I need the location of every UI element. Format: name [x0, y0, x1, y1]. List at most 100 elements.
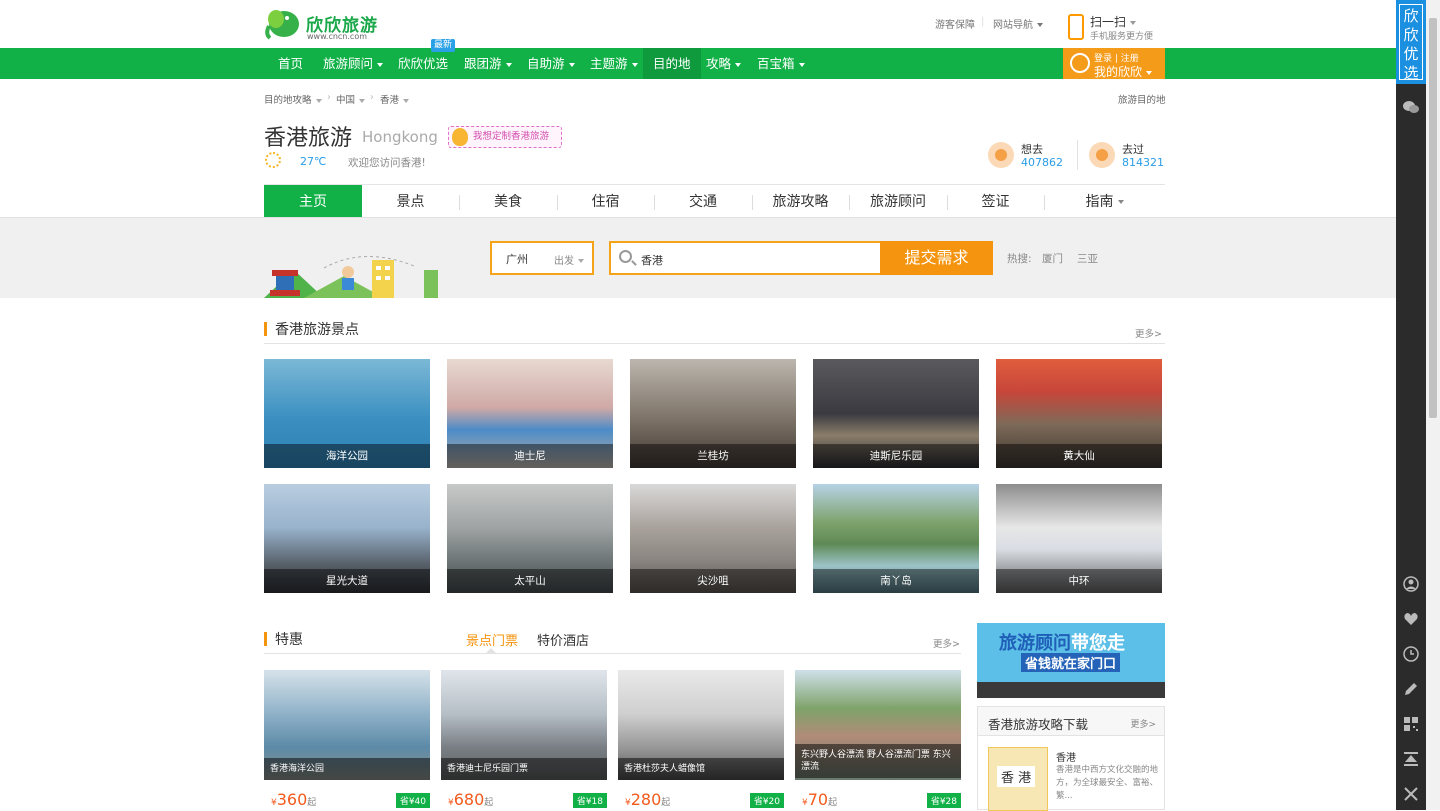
deal-card[interactable]: 东兴野人谷漂流 野人谷漂流门票 东兴漂流 ¥70起 省¥28: [795, 670, 961, 810]
save-badge: 省¥18: [572, 793, 607, 808]
main-nav: 首页 旅游顾问 欣欣优选 跟团游 自助游 主题游 目的地 攻略 百宝箱: [0, 48, 1396, 79]
search-icon: [619, 250, 632, 263]
spot-tile[interactable]: 黄大仙: [996, 359, 1162, 468]
scan-subtitle: 手机服务更方便: [1090, 32, 1154, 42]
user-icon: [1070, 53, 1090, 73]
nav-guides[interactable]: 攻略: [696, 48, 751, 79]
want-to-go[interactable]: 想去 407862: [988, 140, 1068, 180]
user-icon[interactable]: [1403, 576, 1419, 592]
been-count: 814321: [1122, 156, 1164, 169]
guide-box-header: 香港旅游攻略下载 更多>: [978, 707, 1164, 736]
submit-request-button[interactable]: 提交需求: [880, 241, 993, 275]
tab-food[interactable]: 美食: [459, 185, 557, 219]
page-title: 香港旅游: [264, 126, 353, 151]
deals-more-link[interactable]: 更多>: [933, 636, 960, 650]
nav-theme-tour[interactable]: 主题游: [580, 48, 648, 79]
nav-group-tour[interactable]: 跟团游: [454, 48, 522, 79]
nav-selection[interactable]: 欣欣优选: [388, 48, 458, 79]
login-menu[interactable]: 登录 | 注册 我的欣欣: [1063, 48, 1165, 79]
clock-icon[interactable]: [1403, 646, 1419, 662]
balloon-icon: [452, 128, 468, 146]
spot-tile[interactable]: 尖沙咀: [630, 484, 796, 593]
nav-toolbox[interactable]: 百宝箱: [747, 48, 815, 79]
tab-hotels[interactable]: 住宿: [557, 185, 654, 219]
floating-sidebar: 欣欣优选: [1396, 0, 1426, 810]
spot-tile[interactable]: 南丫岛: [813, 484, 979, 593]
tab-hotels-deals[interactable]: 特价酒店: [537, 630, 589, 649]
spot-tile[interactable]: 太平山: [447, 484, 613, 593]
guide-cover[interactable]: 香 港: [988, 747, 1048, 811]
deals-header: 特惠: [264, 626, 961, 654]
deal-card[interactable]: 香港海洋公园 ¥360起 省¥40: [264, 670, 430, 810]
back-to-top-icon[interactable]: [1403, 751, 1419, 767]
nav-advisor[interactable]: 旅游顾问: [313, 48, 393, 79]
new-badge: 最新: [431, 39, 456, 52]
nav-home[interactable]: 首页: [268, 48, 313, 79]
spot-tile[interactable]: 兰桂坊: [630, 359, 796, 468]
active-tab-pointer: [486, 648, 496, 653]
departure-city-select[interactable]: 广州 出发: [490, 241, 594, 275]
deal-card[interactable]: 香港迪士尼乐园门票 ¥680起 省¥18: [441, 670, 607, 810]
spot-tile[interactable]: 迪士尼: [447, 359, 613, 468]
attractions-more-link[interactable]: 更多>: [1135, 326, 1162, 340]
pencil-icon[interactable]: [1403, 681, 1419, 697]
scrollbar[interactable]: [1426, 0, 1440, 810]
tab-tickets[interactable]: 景点门票: [466, 630, 518, 649]
nav-destination[interactable]: 目的地: [643, 48, 701, 79]
nav-self-guided[interactable]: 自助游: [517, 48, 585, 79]
guide-box-title: 香港旅游攻略下载: [988, 717, 1089, 732]
separator: |: [981, 16, 985, 27]
attractions-header: 香港旅游景点: [264, 316, 1165, 344]
ad-headline: 旅游顾问带您走: [999, 633, 1125, 654]
been-there[interactable]: 去过 814321: [1089, 140, 1169, 180]
section-title: 香港旅游景点: [275, 322, 359, 338]
spot-tile[interactable]: 海洋公园: [264, 359, 430, 468]
heart-icon: [988, 142, 1014, 168]
wechat-icon[interactable]: [1403, 99, 1419, 115]
mobile-scan[interactable]: 扫一扫 手机服务更方便: [1068, 12, 1168, 42]
divider: [1077, 140, 1078, 170]
link-guarantee[interactable]: 游客保障: [935, 16, 975, 31]
brand-url: www.cncn.com: [307, 32, 368, 41]
advisor-ad-banner[interactable]: 旅游顾问带您走 省钱就在家门口: [977, 623, 1165, 698]
site-logo[interactable]: 欣欣旅游 www.cncn.com: [264, 6, 404, 42]
qrcode-icon[interactable]: [1403, 716, 1419, 732]
spot-tile[interactable]: 星光大道: [264, 484, 430, 593]
page-title-en: Hongkong: [362, 128, 438, 146]
close-icon[interactable]: [1403, 786, 1419, 802]
travel-illustration: [264, 256, 438, 298]
want-count: 407862: [1021, 156, 1063, 169]
ad-subline: 省钱就在家门口: [1021, 653, 1121, 672]
custom-trip-link[interactable]: 我想定制香港旅游: [448, 126, 562, 148]
spot-tile[interactable]: 中环: [996, 484, 1162, 593]
tab-home[interactable]: 主页: [264, 185, 362, 219]
link-site-nav[interactable]: 网站导航: [993, 16, 1043, 31]
save-badge: 省¥20: [749, 793, 784, 808]
deal-card[interactable]: 香港杜莎夫人蜡像馆 ¥280起 省¥20: [618, 670, 784, 810]
save-badge: 省¥40: [395, 793, 430, 808]
breadcrumb-hongkong[interactable]: 香港: [380, 92, 410, 106]
all-destinations-link[interactable]: 旅游目的地: [1118, 92, 1166, 106]
hot-search-sanya[interactable]: 三亚: [1077, 251, 1098, 266]
breadcrumb-guides[interactable]: 目的地攻略: [264, 92, 322, 106]
guide-more-link[interactable]: 更多>: [1130, 717, 1156, 730]
tab-transport[interactable]: 交通: [654, 185, 752, 219]
tab-guide[interactable]: 指南: [1044, 185, 1165, 219]
guide-name[interactable]: 香港: [1056, 749, 1076, 764]
tab-attractions[interactable]: 景点: [362, 185, 459, 219]
tab-travel-guides[interactable]: 旅游攻略: [752, 185, 849, 219]
section-marker: [264, 322, 267, 336]
flag-icon: [1089, 142, 1115, 168]
selection-shortcut[interactable]: 欣欣优选: [1396, 0, 1426, 84]
scrollbar-thumb[interactable]: [1429, 18, 1437, 418]
tab-advisor[interactable]: 旅游顾问: [849, 185, 947, 219]
ad-road-graphic: [977, 682, 1165, 698]
hot-search-xiamen[interactable]: 厦门: [1042, 251, 1063, 266]
spot-tile[interactable]: 迪斯尼乐园: [813, 359, 979, 468]
breadcrumb-separator: ›: [370, 92, 374, 103]
search-input[interactable]: 香港: [609, 241, 881, 275]
heart-icon[interactable]: [1403, 611, 1419, 627]
deal-price: ¥70起: [802, 790, 838, 809]
tab-visa[interactable]: 签证: [947, 185, 1044, 219]
breadcrumb-china[interactable]: 中国: [336, 92, 366, 106]
